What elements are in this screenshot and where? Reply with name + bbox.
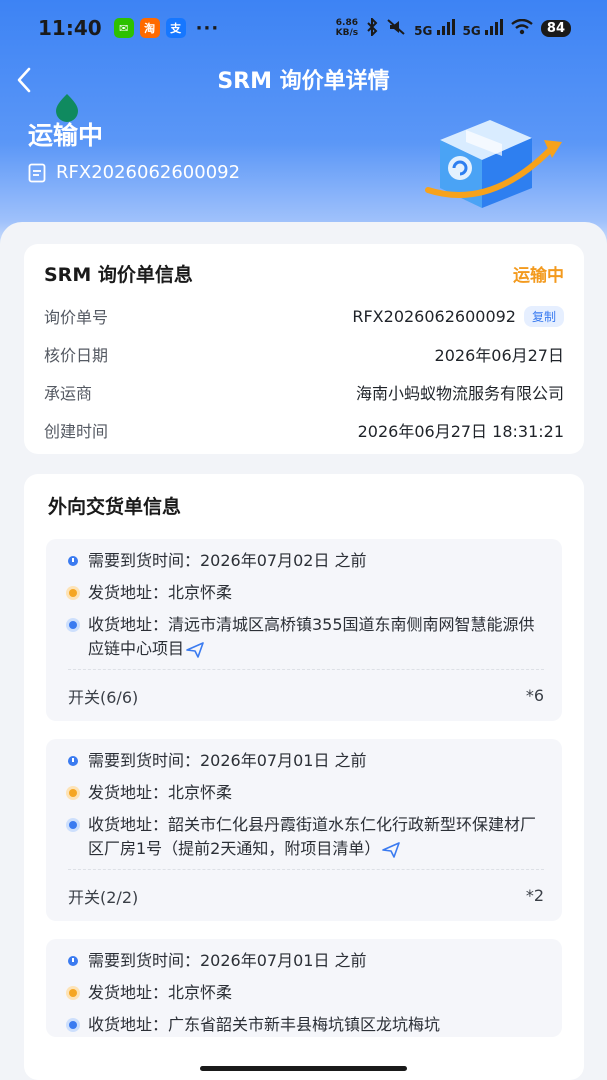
ship-from: 发货地址：北京怀柔 — [88, 983, 233, 1002]
origin-dot-icon — [69, 989, 77, 997]
origin-dot-icon — [69, 789, 77, 797]
info-label: 创建时间 — [44, 422, 109, 441]
inquiry-info-title: SRM 询价单信息 — [44, 264, 193, 286]
chevron-left-icon — [17, 67, 31, 93]
carrier-value: 海南小蚂蚁物流服务有限公司 — [355, 384, 564, 403]
more-notifications-icon: ··· — [195, 17, 220, 39]
shipping-box-icon — [425, 120, 562, 208]
arrival-time: 需要到货时间：2026年07月02日 之前 — [88, 551, 367, 570]
battery-icon: 84 — [540, 19, 571, 37]
wifi-icon — [511, 18, 533, 38]
document-icon — [28, 163, 46, 182]
navigate-icon[interactable] — [382, 841, 401, 858]
clock-icon — [68, 556, 78, 566]
page-title: SRM 询价单详情 — [217, 69, 390, 94]
ship-from: 发货地址：北京怀柔 — [88, 783, 233, 802]
delivery-item[interactable]: 需要到货时间：2026年07月02日 之前 发货地址：北京怀柔 收货地址：清远市… — [46, 539, 562, 721]
info-row-carrier: 承运商 海南小蚂蚁物流服务有限公司 — [44, 373, 564, 411]
status-bar: 11:40 ✉ 淘 支 ··· 6.86 KB/s 5G 5G 84 — [0, 0, 607, 56]
info-row-pricing-date: 核价日期 2026年06月27日 — [44, 335, 564, 373]
info-label: 询价单号 — [44, 308, 109, 327]
delivery-item[interactable]: 需要到货时间：2026年07月01日 之前 发货地址：北京怀柔 收货地址：韶关市… — [46, 739, 562, 921]
destination-dot-icon — [69, 821, 77, 829]
item-qty: *6 — [525, 686, 544, 705]
item-qty: *2 — [525, 886, 544, 905]
inquiry-number-value: RFX2026062600092 — [352, 306, 516, 326]
header-doc-number: RFX2026062600092 — [28, 162, 240, 183]
navigate-icon[interactable] — [186, 641, 204, 658]
notification-apps: ✉ 淘 支 ··· — [113, 17, 220, 39]
item-name: 开关(6/6) — [68, 687, 139, 707]
delivery-item[interactable]: 需要到货时间：2026年07月01日 之前 发货地址：北京怀柔 收货地址：广东省… — [46, 939, 562, 1037]
signal-icon-2: 5G — [463, 18, 503, 38]
network-speed: 6.86 KB/s — [335, 18, 359, 38]
status-badge: 运输中 — [513, 266, 564, 286]
copy-button[interactable]: 复制 — [523, 305, 564, 327]
mute-icon — [386, 18, 406, 39]
outbound-delivery-card: 外向交货单信息 需要到货时间：2026年07月02日 之前 发货地址：北京怀柔 … — [24, 474, 584, 1080]
doc-number: RFX2026062600092 — [56, 162, 241, 183]
created-time-value: 2026年06月27日 18:31:21 — [357, 422, 564, 441]
ship-to: 收货地址：广东省韶关市新丰县梅坑镇区龙坑梅坑 — [88, 1015, 441, 1034]
info-row-inquiry-number: 询价单号 RFX2026062600092 复制 — [44, 297, 564, 335]
inquiry-info-card: SRM 询价单信息 运输中 询价单号 RFX2026062600092 复制 核… — [24, 244, 584, 454]
arrival-time: 需要到货时间：2026年07月01日 之前 — [88, 951, 367, 970]
alipay-icon: 支 — [165, 18, 186, 38]
status-indicators: 6.86 KB/s 5G 5G 84 — [335, 16, 571, 39]
clock-icon — [68, 956, 78, 966]
status-time: 11:40 — [38, 16, 102, 40]
origin-dot-icon — [69, 589, 77, 597]
destination-dot-icon — [69, 621, 77, 629]
clock-icon — [68, 756, 78, 766]
shipment-status: 运输中 — [28, 121, 104, 150]
signal-icon: 5G — [414, 18, 455, 38]
pricing-date-value: 2026年06月27日 — [434, 346, 564, 365]
ship-from: 发货地址：北京怀柔 — [88, 583, 233, 602]
info-label: 核价日期 — [44, 346, 109, 365]
destination-dot-icon — [69, 1021, 77, 1029]
ship-to: 收货地址：韶关市仁化县丹霞街道水东仁化行政新型环保建材厂区厂房1号（提前2天通知… — [88, 815, 537, 858]
back-button[interactable] — [4, 60, 44, 100]
bluetooth-icon — [366, 16, 378, 39]
info-label: 承运商 — [44, 384, 93, 403]
item-name: 开关(2/2) — [68, 887, 139, 907]
info-row-created-time: 创建时间 2026年06月27日 18:31:21 — [44, 411, 564, 449]
ship-to: 收货地址：清远市清城区高桥镇355国道东南侧南网智慧能源供应链中心项目 — [88, 615, 535, 658]
outbound-title: 外向交货单信息 — [48, 496, 182, 518]
nav-bar: SRM 询价单详情 — [0, 56, 607, 102]
arrival-time: 需要到货时间：2026年07月01日 之前 — [88, 751, 367, 770]
wechat-icon: ✉ — [113, 18, 134, 38]
taobao-icon: 淘 — [139, 18, 160, 38]
home-indicator[interactable] — [200, 1066, 407, 1071]
